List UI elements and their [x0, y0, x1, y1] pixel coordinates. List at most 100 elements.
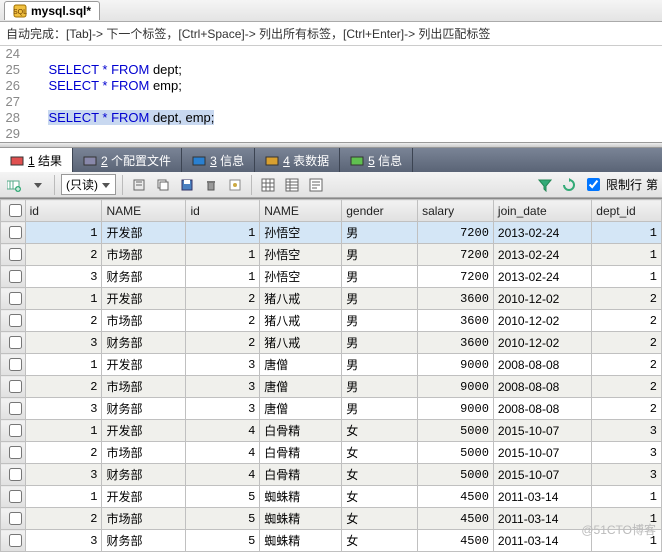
- table-row[interactable]: 3财务部4白骨精女50002015-10-073: [1, 464, 662, 486]
- cell[interactable]: 市场部: [102, 508, 186, 530]
- cell[interactable]: 2015-10-07: [493, 464, 591, 486]
- cell[interactable]: 女: [342, 508, 418, 530]
- cell[interactable]: 2015-10-07: [493, 420, 591, 442]
- cell[interactable]: 开发部: [102, 486, 186, 508]
- file-tab[interactable]: SQL mysql.sql*: [4, 1, 100, 20]
- cell[interactable]: 开发部: [102, 420, 186, 442]
- result-tab-2[interactable]: 2 个配置文件: [73, 148, 182, 172]
- row-checkbox[interactable]: [1, 530, 26, 552]
- cell[interactable]: 男: [342, 266, 418, 288]
- row-checkbox[interactable]: [1, 222, 26, 244]
- result-grid[interactable]: idNAMEidNAMEgendersalaryjoin_datedept_id…: [0, 198, 662, 552]
- row-checkbox[interactable]: [1, 244, 26, 266]
- cell[interactable]: 3: [186, 398, 260, 420]
- readonly-selector[interactable]: (只读): [61, 174, 116, 195]
- limit-rows-checkbox[interactable]: 限制行: [583, 175, 642, 194]
- cell[interactable]: 唐僧: [260, 376, 342, 398]
- cell[interactable]: 7200: [418, 266, 494, 288]
- select-all-checkbox[interactable]: [1, 200, 26, 222]
- cell[interactable]: 开发部: [102, 354, 186, 376]
- table-row[interactable]: 1开发部1孙悟空男72002013-02-241: [1, 222, 662, 244]
- cell[interactable]: 财务部: [102, 530, 186, 552]
- cell[interactable]: 2015-10-07: [493, 442, 591, 464]
- cell[interactable]: 5: [186, 486, 260, 508]
- cell[interactable]: 开发部: [102, 288, 186, 310]
- cell[interactable]: 2013-02-24: [493, 266, 591, 288]
- cell[interactable]: 2: [25, 244, 102, 266]
- limit-rows-input[interactable]: [587, 178, 600, 191]
- cell[interactable]: 男: [342, 398, 418, 420]
- cell[interactable]: 财务部: [102, 398, 186, 420]
- cell[interactable]: 2008-08-08: [493, 398, 591, 420]
- table-row[interactable]: 3财务部5蜘蛛精女45002011-03-141: [1, 530, 662, 552]
- table-row[interactable]: 2市场部3唐僧男90002008-08-082: [1, 376, 662, 398]
- cell[interactable]: 2: [25, 376, 102, 398]
- table-row[interactable]: 2市场部5蜘蛛精女45002011-03-141: [1, 508, 662, 530]
- cell[interactable]: 3: [186, 354, 260, 376]
- cell[interactable]: 市场部: [102, 376, 186, 398]
- row-checkbox[interactable]: [1, 398, 26, 420]
- table-row[interactable]: 1开发部5蜘蛛精女45002011-03-141: [1, 486, 662, 508]
- cell[interactable]: 4: [186, 464, 260, 486]
- table-row[interactable]: 1开发部2猪八戒男36002010-12-022: [1, 288, 662, 310]
- dropdown-toggle-button[interactable]: [28, 175, 48, 195]
- cell[interactable]: 2: [25, 442, 102, 464]
- table-row[interactable]: 1开发部3唐僧男90002008-08-082: [1, 354, 662, 376]
- delete-button[interactable]: [201, 175, 221, 195]
- row-checkbox[interactable]: [1, 442, 26, 464]
- cell[interactable]: 蜘蛛精: [260, 486, 342, 508]
- export-button[interactable]: [129, 175, 149, 195]
- result-tab-5[interactable]: 5 信息: [340, 148, 413, 172]
- cell[interactable]: 4: [186, 442, 260, 464]
- copy-button[interactable]: [153, 175, 173, 195]
- refresh-button[interactable]: [559, 175, 579, 195]
- cell[interactable]: 5000: [418, 442, 494, 464]
- column-header[interactable]: join_date: [493, 200, 591, 222]
- grid-view-button[interactable]: [258, 175, 278, 195]
- text-view-button[interactable]: [306, 175, 326, 195]
- cell[interactable]: 白骨精: [260, 464, 342, 486]
- cell[interactable]: 1: [592, 222, 662, 244]
- cell[interactable]: 1: [186, 266, 260, 288]
- row-checkbox[interactable]: [1, 288, 26, 310]
- table-row[interactable]: 2市场部2猪八戒男36002010-12-022: [1, 310, 662, 332]
- row-checkbox[interactable]: [1, 420, 26, 442]
- cell[interactable]: 2: [592, 332, 662, 354]
- cell[interactable]: 1: [592, 486, 662, 508]
- cell[interactable]: 4: [186, 420, 260, 442]
- cell[interactable]: 3: [592, 464, 662, 486]
- cell[interactable]: 2: [186, 310, 260, 332]
- cell[interactable]: 5000: [418, 420, 494, 442]
- cell[interactable]: 白骨精: [260, 420, 342, 442]
- table-row[interactable]: 3财务部3唐僧男90002008-08-082: [1, 398, 662, 420]
- cell[interactable]: 1: [25, 288, 102, 310]
- cell[interactable]: 2008-08-08: [493, 376, 591, 398]
- cell[interactable]: 2: [592, 310, 662, 332]
- cell[interactable]: 1: [592, 530, 662, 552]
- cell[interactable]: 1: [592, 244, 662, 266]
- cell[interactable]: 2013-02-24: [493, 222, 591, 244]
- cell[interactable]: 女: [342, 420, 418, 442]
- cell[interactable]: 3: [25, 464, 102, 486]
- cell[interactable]: 孙悟空: [260, 222, 342, 244]
- cell[interactable]: 9000: [418, 354, 494, 376]
- cell[interactable]: 3: [25, 398, 102, 420]
- cell[interactable]: 4500: [418, 508, 494, 530]
- cell[interactable]: 4500: [418, 486, 494, 508]
- row-checkbox[interactable]: [1, 508, 26, 530]
- cell[interactable]: 女: [342, 486, 418, 508]
- cell[interactable]: 猪八戒: [260, 310, 342, 332]
- cell[interactable]: 男: [342, 332, 418, 354]
- cell[interactable]: 1: [186, 244, 260, 266]
- cell[interactable]: 1: [592, 266, 662, 288]
- cell[interactable]: 2: [592, 288, 662, 310]
- cell[interactable]: 2: [186, 288, 260, 310]
- column-header[interactable]: id: [25, 200, 102, 222]
- cell[interactable]: 唐僧: [260, 398, 342, 420]
- cell[interactable]: 女: [342, 442, 418, 464]
- cell[interactable]: 4500: [418, 530, 494, 552]
- cell[interactable]: 2011-03-14: [493, 486, 591, 508]
- cell[interactable]: 孙悟空: [260, 266, 342, 288]
- table-row[interactable]: 1开发部4白骨精女50002015-10-073: [1, 420, 662, 442]
- form-view-button[interactable]: [282, 175, 302, 195]
